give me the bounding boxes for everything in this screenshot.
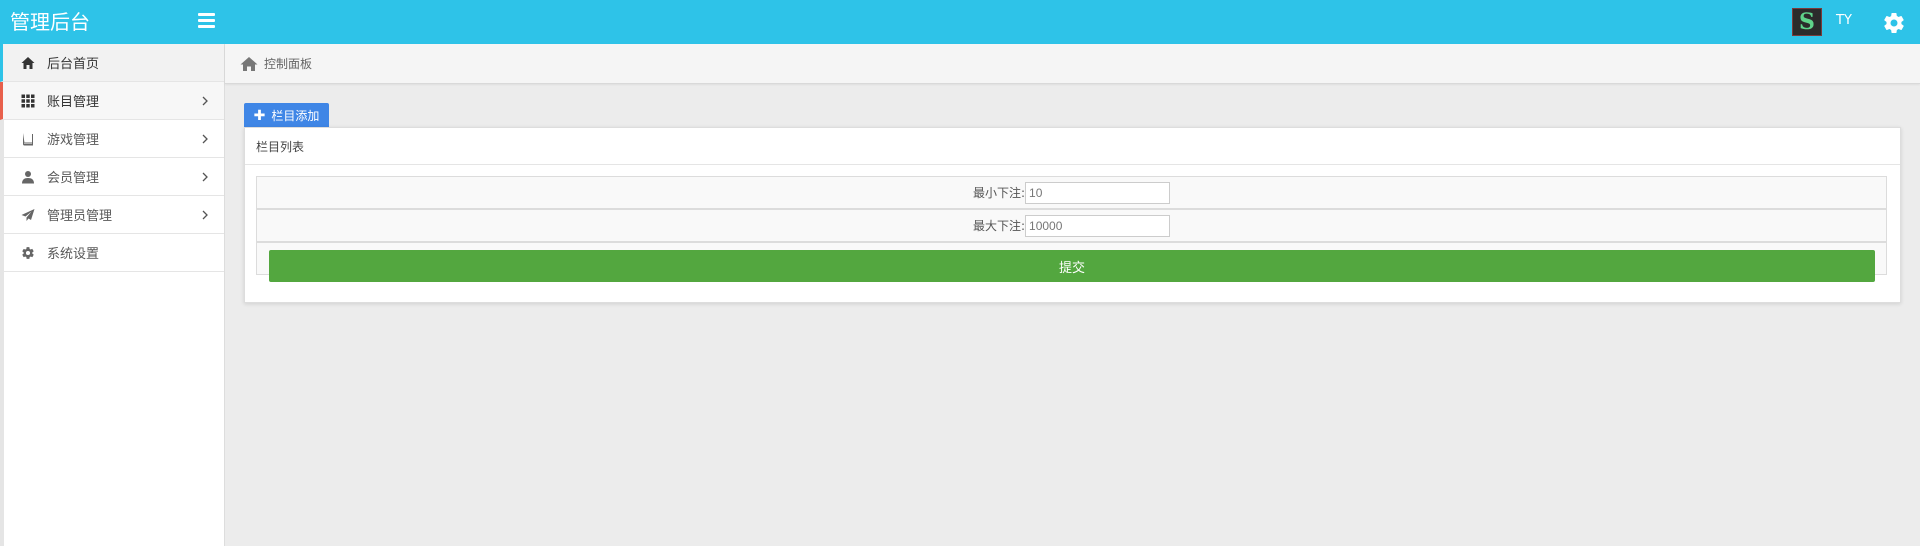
chevron-right-icon — [202, 96, 208, 106]
sidebar-item-label: 账目管理 — [47, 95, 100, 110]
sidebar-item-label: 系统设置 — [47, 247, 100, 262]
column-list-panel: 栏目列表 最小下注: 最大下注: 提交 — [244, 127, 1901, 303]
user-icon — [22, 170, 34, 183]
sidebar-item-label: 管理员管理 — [47, 209, 113, 224]
top-navbar: 管理后台 S TY — [0, 0, 1920, 44]
breadcrumb-current[interactable]: 控制面板 — [264, 55, 312, 72]
home-icon[interactable] — [240, 56, 258, 72]
home-icon — [21, 56, 35, 69]
max-bet-row: 最大下注: — [256, 209, 1887, 242]
max-bet-label: 最大下注: — [972, 219, 1026, 233]
sidebar-item-members[interactable]: 会员管理 — [4, 158, 224, 196]
brand-title[interactable]: 管理后台 — [10, 9, 90, 35]
book-icon — [23, 132, 33, 145]
add-column-label: 栏目添加 — [271, 109, 320, 123]
sidebar-item-dashboard[interactable]: 后台首页 — [0, 44, 224, 82]
add-column-button[interactable]: ✚ 栏目添加 — [244, 103, 329, 128]
sidebar-item-accounts[interactable]: 账目管理 — [0, 82, 224, 120]
settings-gear-icon[interactable] — [1882, 11, 1906, 35]
min-bet-label: 最小下注: — [972, 186, 1026, 200]
sidebar: 后台首页 账目管理 游戏管理 会员管理 管理员管理 系统设置 — [0, 44, 225, 546]
avatar[interactable]: S — [1792, 8, 1822, 36]
cog-icon — [22, 246, 34, 259]
chevron-right-icon — [202, 172, 208, 182]
sidebar-item-label: 会员管理 — [47, 171, 100, 186]
chevron-right-icon — [202, 134, 208, 144]
username[interactable]: TY — [1836, 13, 1852, 29]
panel-title: 栏目列表 — [245, 128, 1900, 165]
grid-icon — [21, 94, 35, 107]
chevron-right-icon — [202, 210, 208, 220]
max-bet-input[interactable] — [1025, 214, 1171, 237]
submit-button[interactable]: 提交 — [269, 250, 1875, 282]
min-bet-row: 最小下注: — [256, 176, 1887, 209]
sidebar-item-admins[interactable]: 管理员管理 — [4, 196, 224, 234]
sidebar-item-settings[interactable]: 系统设置 — [4, 234, 224, 272]
min-bet-input[interactable] — [1025, 181, 1171, 204]
menu-toggle-icon[interactable] — [198, 13, 215, 29]
breadcrumb: 控制面板 — [225, 44, 1920, 84]
sidebar-item-label: 后台首页 — [47, 57, 100, 72]
sidebar-item-games[interactable]: 游戏管理 — [4, 120, 224, 158]
send-icon — [21, 208, 35, 221]
sidebar-item-label: 游戏管理 — [47, 133, 100, 148]
plus-icon: ✚ — [253, 107, 266, 124]
